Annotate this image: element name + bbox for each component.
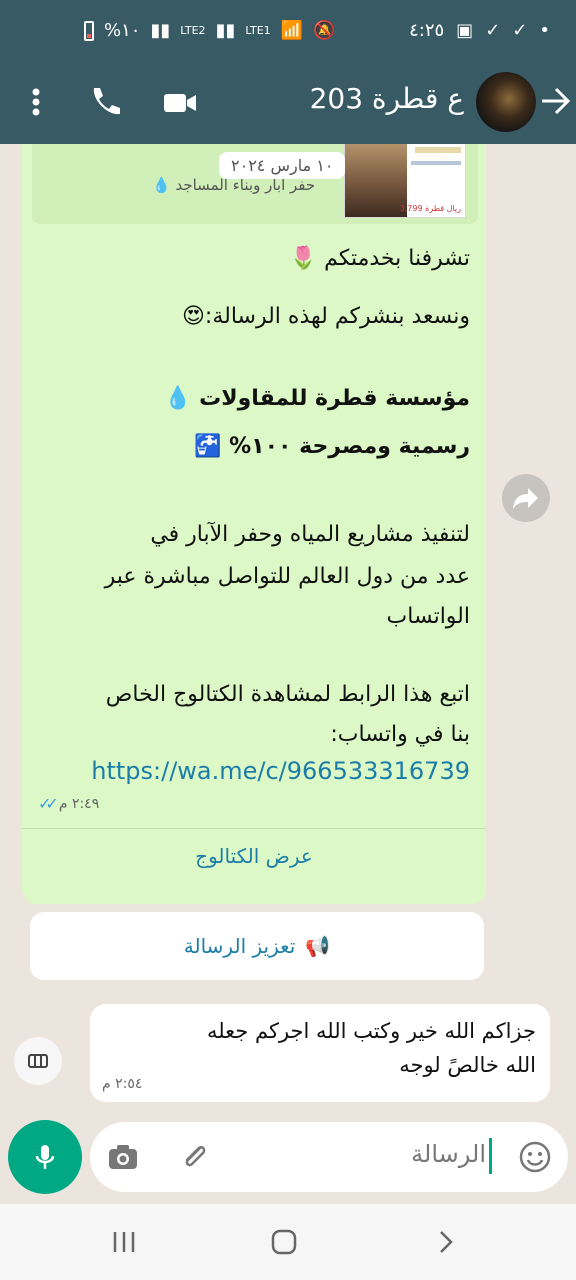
tulip-icon: 🌷: [289, 246, 318, 271]
battery-icon: [84, 20, 94, 41]
date-chip: ١٠ مارس ٢٠٢٤: [219, 152, 346, 179]
back-nav-icon[interactable]: [432, 1228, 460, 1256]
status-bar: %١٠ ▮▮ LTE2 ▮▮ LTE1 📶 🔕 ٤:٢٥ ▣ ✓ ✓ •: [0, 0, 576, 66]
call-icon[interactable]: [84, 82, 124, 122]
incoming-message-bubble[interactable]: 3,799 ريال قطرة حفر آبار وبناء المساجد 💧…: [22, 144, 486, 904]
message-line-1: تشرفنا بخدمتكم 🌷: [30, 240, 470, 278]
mute-icon: 🔕: [313, 20, 336, 41]
gallery-icon: ▣: [456, 20, 474, 41]
time: ٤:٢٥: [409, 20, 445, 41]
message-line-6: عدد من دول العالم للتواصل مباشرة عبر: [104, 564, 470, 589]
paperclip-icon[interactable]: [178, 1140, 212, 1174]
reply-time: ٢:٥٤ م: [102, 1076, 143, 1092]
emoji-icon[interactable]: [518, 1140, 552, 1174]
back-arrow-icon[interactable]: [538, 84, 572, 118]
mic-button[interactable]: [8, 1120, 82, 1194]
view-once-icon: [28, 1054, 48, 1068]
message-input[interactable]: الرسالة: [90, 1122, 568, 1192]
outgoing-message-bubble[interactable]: جزاكم الله خير وكتب الله اجركم جعله الله…: [90, 1004, 550, 1102]
view-once-button[interactable]: [14, 1037, 62, 1085]
message-line-9: بنا في واتساب:: [330, 722, 470, 747]
reply-text: جزاكم الله خير وكتب الله اجركم جعله الله…: [206, 1019, 536, 1077]
preview-thumbnail: 3,799 ريال قطرة: [344, 144, 466, 218]
check-icon: ✓: [485, 20, 501, 41]
faucet-icon: 🚰: [194, 434, 222, 459]
message-line-7: الواتساب: [386, 604, 470, 629]
contact-name[interactable]: ع قطرة 203: [310, 82, 464, 115]
view-catalog-button[interactable]: عرض الكتالوج: [22, 844, 486, 868]
composer: الرسالة: [0, 1120, 576, 1204]
catalog-link[interactable]: https://wa.me/c/966533316739: [30, 752, 470, 790]
boost-message-button[interactable]: 📢 تعزيز الرسالة: [30, 912, 484, 980]
dot-icon: •: [539, 20, 550, 41]
chat-area[interactable]: 3,799 ريال قطرة حفر آبار وبناء المساجد 💧…: [0, 144, 576, 1124]
system-nav-bar: [0, 1204, 576, 1280]
message-line-8: اتبع هذا الرابط لمشاهدة الكتالوج الخاص: [105, 682, 470, 707]
wifi-icon: 📶: [280, 20, 304, 41]
avatar[interactable]: [476, 72, 536, 132]
divider: [22, 828, 486, 829]
double-check-icon: ✓✓: [38, 794, 59, 813]
preview-photo: [345, 144, 407, 217]
camera-icon[interactable]: [106, 1140, 140, 1174]
network-2: LTE1: [245, 24, 271, 37]
message-meta: ٢:٤٩ م ✓✓: [38, 794, 100, 813]
heart-eyes-icon: 😍: [181, 304, 205, 329]
battery-text: %١٠: [104, 20, 141, 41]
status-left: %١٠ ▮▮ LTE2 ▮▮ LTE1 📶 🔕: [84, 20, 336, 41]
thumb-text: [411, 161, 461, 165]
droplet-icon: 💧: [152, 176, 171, 194]
chat-header: ع قطرة 203: [0, 66, 576, 144]
signal-icon: ▮▮: [150, 20, 171, 41]
forward-button[interactable]: [502, 474, 550, 522]
message-line-2: ونسعد بنشركم لهذه الرسالة:😍: [30, 298, 470, 336]
thumb-price: 3,799 ريال قطرة: [399, 204, 461, 213]
message-line-3: مؤسسة قطرة للمقاولات 💧: [30, 380, 470, 418]
recent-apps-icon[interactable]: [110, 1228, 138, 1256]
forward-icon: [513, 488, 538, 509]
more-icon[interactable]: [16, 82, 56, 122]
mic-icon: [35, 1145, 55, 1169]
input-placeholder: الرسالة: [411, 1140, 486, 1168]
status-right: ٤:٢٥ ▣ ✓ ✓ •: [409, 20, 550, 41]
boost-label: تعزيز الرسالة: [183, 934, 296, 958]
message-line-4: رسمية ومصرحة ١٠٠% 🚰: [30, 428, 470, 466]
megaphone-icon: 📢: [305, 934, 331, 958]
signal-icon-2: ▮▮: [215, 20, 236, 41]
message-line-5: لتنفيذ مشاريع المياه وحفر الآبار في: [150, 522, 470, 547]
thumb-banner: [415, 147, 461, 153]
text-cursor: [489, 1138, 492, 1174]
network-1: LTE2: [180, 24, 206, 37]
check-icon-2: ✓: [512, 20, 528, 41]
home-icon[interactable]: [270, 1228, 298, 1256]
video-call-icon[interactable]: [160, 82, 200, 122]
droplet-icon-2: 💧: [164, 386, 192, 411]
